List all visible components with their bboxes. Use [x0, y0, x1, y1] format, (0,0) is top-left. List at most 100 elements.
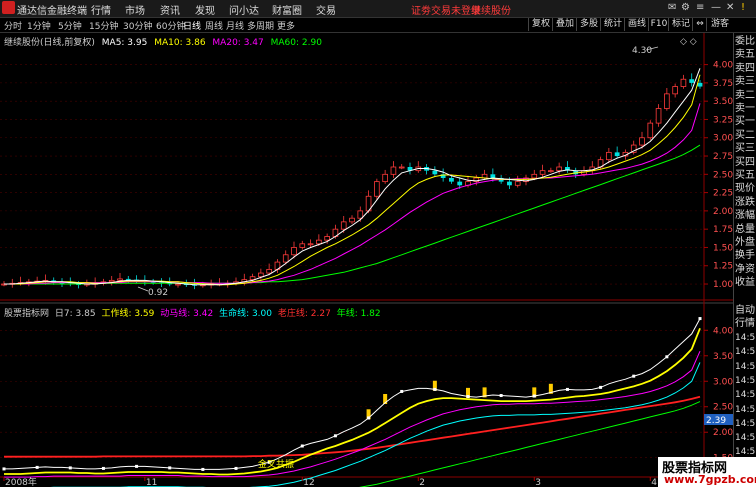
date-label: 2008年 — [5, 476, 37, 487]
tab-timeframe-15m[interactable]: 15分钟 — [89, 19, 118, 32]
info-icon[interactable]: ! — [741, 2, 745, 13]
app-logo-icon — [2, 1, 15, 14]
candle-body — [647, 122, 654, 139]
candle-body — [307, 243, 314, 246]
sub-indicator-line — [4, 395, 701, 458]
candle-body — [507, 181, 512, 186]
menu-item-quotes[interactable]: 行情 — [91, 2, 111, 17]
tab-timeframe-weekly[interactable]: 周线 — [205, 19, 223, 32]
app-title: 通达信金融终端 — [17, 6, 87, 17]
candle-body — [697, 82, 703, 87]
high-price-label: 4.30 — [632, 46, 652, 56]
overlay-button[interactable]: 叠加 — [552, 18, 577, 31]
statistics-button[interactable]: 统计 — [600, 18, 625, 31]
tab-timeframe-60m[interactable]: 60分钟 — [156, 19, 185, 32]
settings-icon[interactable]: ⚙ — [681, 2, 690, 13]
side-time: 14:5 — [735, 418, 756, 429]
side-label: 收益 — [735, 277, 755, 289]
tab-timeframe-more[interactable]: 更多 — [277, 19, 295, 32]
tab-timeframe-30m[interactable]: 30分钟 — [123, 19, 152, 32]
menu-item-trade[interactable]: 交易 — [316, 2, 336, 17]
candle-body — [324, 236, 330, 241]
message-icon[interactable]: ✉ — [668, 2, 676, 13]
menu-item-wealth[interactable]: 财富圈 — [272, 2, 302, 17]
candle-body — [398, 166, 405, 169]
side-time: 14:5 — [735, 347, 756, 358]
main-y-tick-label: 2.25 — [713, 189, 733, 199]
adjust-button[interactable]: 复权 — [528, 18, 553, 31]
candle-body — [382, 173, 388, 183]
date-label: 3 — [535, 478, 541, 487]
candle-body — [349, 217, 355, 223]
tab-timeframe-1m[interactable]: 1分钟 — [27, 19, 51, 32]
candle-body — [357, 210, 364, 219]
stock-name-tab[interactable]: 继续股份 — [471, 2, 511, 17]
candle-body — [539, 170, 546, 175]
main-y-tick-label: 3.00 — [713, 134, 733, 144]
candle-body — [282, 254, 289, 263]
candle-body — [514, 181, 521, 186]
side-label: 现价 — [735, 183, 755, 195]
side-label: 委比 — [735, 36, 755, 47]
main-y-tick-label: 1.75 — [713, 225, 733, 235]
main-y-tick-label: 2.00 — [713, 207, 733, 217]
main-y-tick-label: 1.50 — [713, 243, 733, 253]
side-label: 买四 — [735, 156, 755, 168]
tab-timeframe-5m[interactable]: 5分钟 — [58, 19, 82, 32]
main-y-tick-label: 3.50 — [713, 97, 733, 107]
candle-body — [639, 137, 645, 146]
candle-body — [606, 151, 612, 161]
chart-controls-icon[interactable]: ◇ ◇ — [680, 37, 697, 47]
side-label: 卖四 — [735, 62, 755, 74]
sub-y-tick-label: 2.50 — [713, 403, 733, 413]
side-label: 买三 — [735, 143, 755, 155]
candle-body — [689, 79, 695, 83]
side-auto-label[interactable]: 行情 — [735, 317, 755, 330]
side-auto-label[interactable]: 自动 — [735, 304, 755, 317]
main-y-tick-label: 1.25 — [713, 262, 733, 272]
side-label: 卖五 — [735, 49, 755, 61]
menu-item-market[interactable]: 市场 — [125, 2, 145, 17]
candle-body — [374, 181, 380, 197]
side-label: 涨跌 — [735, 196, 755, 208]
menu-icon[interactable]: ≡ — [696, 2, 704, 13]
date-label: 2 — [419, 478, 425, 487]
main-y-tick-label: 2.75 — [713, 152, 733, 162]
expand-icon[interactable]: ⇔ — [692, 18, 707, 31]
side-time: 14:5 — [735, 333, 756, 343]
menu-item-news[interactable]: 资讯 — [160, 2, 180, 17]
side-label: 净资 — [735, 263, 755, 275]
main-y-tick-label: 3.25 — [713, 115, 733, 125]
menu-item-discover[interactable]: 发现 — [195, 2, 215, 17]
sub-y-tick-label: 3.50 — [713, 352, 733, 362]
tab-timeframe-daily[interactable]: 日线 — [183, 19, 201, 32]
side-label: 买二 — [735, 129, 755, 141]
candle-body — [457, 181, 463, 186]
mark-button[interactable]: 标记 — [668, 18, 693, 31]
close-icon[interactable]: ✕ — [726, 2, 734, 13]
guest-button[interactable]: 游客 — [706, 18, 733, 31]
tab-timeframe-multi[interactable]: 多周期 — [247, 19, 274, 32]
sub-y-tick-label: 2.00 — [713, 428, 733, 438]
candle-body — [548, 170, 554, 173]
candle-body — [655, 108, 662, 124]
ma60-line — [4, 144, 701, 285]
sub-y-tick-label: 4.00 — [713, 326, 733, 336]
minimize-icon[interactable]: — — [711, 2, 721, 13]
tab-timeframe-tick[interactable]: 分时 — [4, 19, 22, 32]
draw-line-button[interactable]: 画线 — [624, 18, 649, 31]
menu-item-ask[interactable]: 问小达 — [229, 2, 259, 17]
side-label: 买一 — [735, 116, 755, 128]
tab-timeframe-monthly[interactable]: 月线 — [226, 19, 244, 32]
chart-canvas[interactable]: 4.00 3.75 3.50 3.25 3.00 2.75 2.50 2.25 2.00 1.75… — [0, 33, 733, 487]
main-y-tick-label: 2.50 — [713, 170, 733, 180]
ma20-line — [4, 103, 701, 285]
candle-body — [258, 272, 264, 278]
multi-stock-button[interactable]: 多股 — [576, 18, 601, 31]
candle-body — [664, 93, 670, 109]
f10-button[interactable]: F10 — [648, 18, 669, 31]
side-label: 涨幅 — [735, 210, 755, 222]
candle-body — [390, 166, 397, 175]
main-y-tick-label: 1.00 — [713, 280, 733, 290]
ma5-line — [4, 68, 701, 286]
